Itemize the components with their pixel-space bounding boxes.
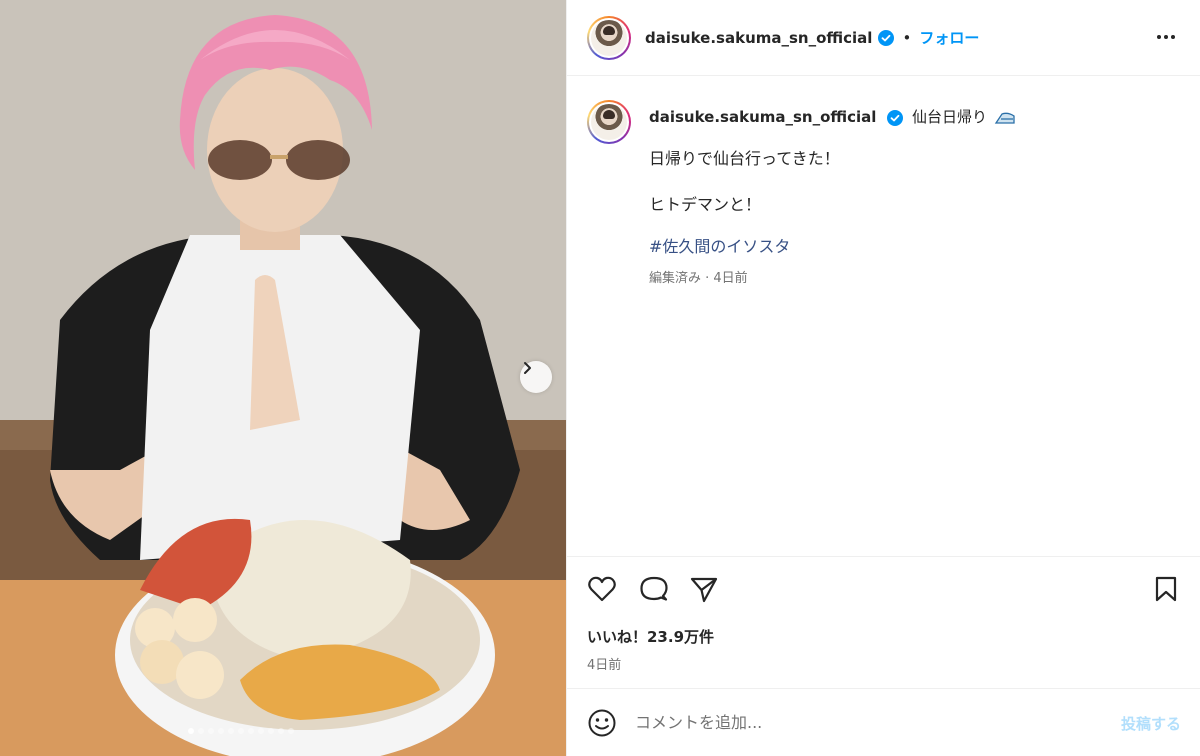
header-username[interactable]: daisuke.sakuma_sn_official — [645, 29, 872, 47]
heart-icon[interactable] — [587, 575, 617, 603]
carousel-dot — [258, 728, 264, 734]
bookmark-icon[interactable] — [1153, 575, 1179, 603]
carousel-indicator — [188, 728, 294, 734]
carousel-dot — [188, 728, 194, 734]
action-bar — [567, 556, 1200, 626]
hashtag-link[interactable]: #佐久間のイソスタ — [649, 237, 1016, 257]
edited-timestamp: 編集済み · 4日前 — [649, 270, 748, 286]
caption-avatar-image — [591, 104, 627, 140]
caption-line: 日帰りで仙台行ってきた！ — [649, 148, 840, 168]
caption-line: ヒトデマンと！ — [649, 194, 762, 214]
carousel-dot — [228, 728, 234, 734]
verified-badge-icon — [887, 109, 904, 126]
caption-avatar[interactable] — [587, 100, 631, 144]
post-details-panel: daisuke.sakuma_sn_official • フォロー daisuk… — [566, 0, 1200, 756]
avatar-image — [591, 19, 627, 56]
comment-icon[interactable] — [639, 575, 669, 603]
caption-title: 仙台日帰り — [912, 108, 988, 126]
post-caption: daisuke.sakuma_sn_official 仙台日帰り 日帰りで仙台行… — [587, 100, 1187, 287]
follow-button[interactable]: フォロー — [919, 27, 979, 48]
more-options-icon[interactable] — [1155, 26, 1177, 48]
carousel-dot — [248, 728, 254, 734]
like-count[interactable]: いいね！23.9万件 — [587, 626, 714, 647]
comment-composer: 投稿する — [567, 688, 1200, 756]
emoji-icon[interactable] — [587, 708, 617, 738]
caption-username[interactable]: daisuke.sakuma_sn_official — [649, 108, 876, 126]
separator-dot: • — [902, 28, 912, 47]
share-icon[interactable] — [689, 575, 719, 603]
bullet-train-icon — [994, 112, 1015, 124]
caption-body: daisuke.sakuma_sn_official 仙台日帰り 日帰りで仙台行… — [649, 100, 1016, 287]
avatar-frame — [589, 17, 629, 58]
post-comment-button[interactable]: 投稿する — [1121, 713, 1181, 734]
verified-badge-icon — [878, 29, 895, 46]
carousel-dot — [238, 728, 244, 734]
carousel-dot — [198, 728, 204, 734]
instagram-post: daisuke.sakuma_sn_official • フォロー daisuk… — [0, 0, 1200, 756]
carousel-dot — [218, 728, 224, 734]
carousel-dot — [268, 728, 274, 734]
chevron-right-icon — [524, 362, 531, 374]
post-header: daisuke.sakuma_sn_official • フォロー — [567, 0, 1200, 76]
avatar[interactable] — [587, 15, 631, 60]
post-photo[interactable] — [0, 0, 566, 756]
caption-avatar-frame — [589, 102, 629, 142]
carousel-dot — [278, 728, 284, 734]
carousel-dot — [288, 728, 294, 734]
post-timestamp: 4日前 — [587, 658, 622, 673]
photo-illustration — [0, 0, 566, 756]
carousel-dot — [208, 728, 214, 734]
comment-input[interactable] — [635, 707, 1075, 738]
next-slide-button[interactable] — [520, 361, 552, 393]
